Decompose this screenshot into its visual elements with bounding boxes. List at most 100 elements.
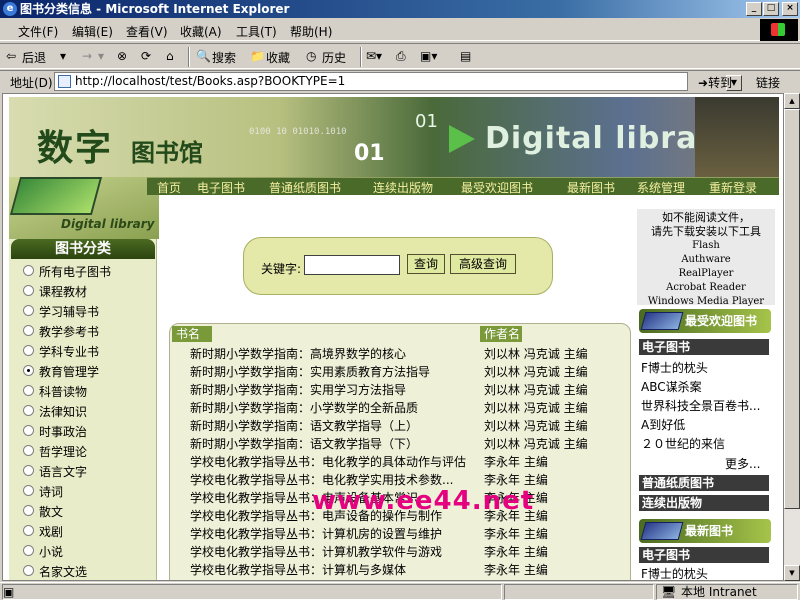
category-label[interactable]: 学科专业书 bbox=[39, 343, 99, 360]
nav-ebooks[interactable]: 电子图书 bbox=[197, 179, 245, 196]
book-title-link[interactable]: 新时期小学数学指南：实用学习方法指导 bbox=[190, 381, 480, 398]
popular-item[interactable]: 世界科技全景百卷书... bbox=[641, 397, 775, 414]
go-button[interactable]: ➜转到 bbox=[698, 74, 732, 91]
category-radio[interactable] bbox=[23, 345, 34, 356]
tool-flash[interactable]: Flash bbox=[637, 239, 775, 253]
print-icon[interactable]: ⎙ bbox=[396, 49, 406, 64]
edit-icon[interactable]: ▣▾ bbox=[420, 49, 437, 63]
advanced-search-button[interactable]: 高级查询 bbox=[450, 254, 516, 274]
back-dropdown-icon[interactable]: ▾ bbox=[60, 49, 66, 63]
search-button[interactable]: 搜索 bbox=[212, 49, 236, 66]
category-label[interactable]: 科普读物 bbox=[39, 383, 87, 400]
category-radio[interactable] bbox=[23, 525, 34, 536]
book-title-link[interactable]: 学校电化教学指导丛书：计算机教学软件与游戏 bbox=[190, 543, 480, 560]
back-button[interactable]: 后退 bbox=[22, 49, 46, 66]
category-radio[interactable] bbox=[23, 445, 34, 456]
menu-help[interactable]: 帮助(H) bbox=[290, 23, 332, 40]
nav-serials[interactable]: 连续出版物 bbox=[373, 179, 433, 196]
category-label[interactable]: 语言文字 bbox=[39, 463, 87, 480]
home-button[interactable]: ⌂ bbox=[166, 49, 174, 63]
tool-acrobat[interactable]: Acrobat Reader bbox=[637, 281, 775, 295]
category-radio[interactable] bbox=[23, 325, 34, 336]
minimize-button[interactable]: _ bbox=[746, 2, 762, 16]
book-title-link[interactable]: 学校电化教学指导丛书：计算机与多媒体 bbox=[190, 561, 480, 578]
category-radio[interactable] bbox=[23, 505, 34, 516]
tool-realplayer[interactable]: RealPlayer bbox=[637, 267, 775, 281]
keyword-input[interactable] bbox=[304, 255, 400, 275]
scroll-down-icon[interactable]: ▼ bbox=[784, 565, 800, 581]
category-radio[interactable] bbox=[23, 465, 34, 476]
forward-button[interactable]: → bbox=[82, 49, 92, 63]
category-label[interactable]: 教育管理学 bbox=[39, 363, 99, 380]
nav-relogin[interactable]: 重新登录 bbox=[709, 179, 757, 196]
history-button[interactable]: 历史 bbox=[322, 49, 346, 66]
category-radio[interactable] bbox=[23, 285, 34, 296]
category-radio[interactable] bbox=[23, 365, 34, 376]
menu-favorites[interactable]: 收藏(A) bbox=[180, 23, 222, 40]
popular-ebook-head[interactable]: 电子图书 bbox=[639, 339, 769, 355]
newest-ebook-head[interactable]: 电子图书 bbox=[639, 547, 769, 563]
scroll-thumb[interactable] bbox=[784, 109, 800, 509]
tool-authware[interactable]: Authware bbox=[637, 253, 775, 267]
popular-paper-head[interactable]: 普通纸质图书 bbox=[639, 475, 769, 491]
book-title-link[interactable]: 学校电化教学指导丛书：摄影教学的具体动作 bbox=[190, 579, 480, 580]
tool-wmp[interactable]: Windows Media Player bbox=[637, 295, 775, 309]
nav-home[interactable]: 首页 bbox=[157, 179, 181, 196]
popular-serial-head[interactable]: 连续出版物 bbox=[639, 495, 769, 511]
favorites-button[interactable]: 收藏 bbox=[266, 49, 290, 66]
book-title-link[interactable]: 学校电化教学指导丛书：电化教学的具体动作与评估 bbox=[190, 453, 480, 470]
category-label[interactable]: 小说 bbox=[39, 543, 63, 560]
links-button[interactable]: 链接 bbox=[756, 74, 780, 91]
book-title-link[interactable]: 新时期小学数学指南：语文教学指导（下） bbox=[190, 435, 480, 452]
nav-admin[interactable]: 系统管理 bbox=[637, 179, 685, 196]
menu-file[interactable]: 文件(F) bbox=[18, 23, 58, 40]
nav-paper-books[interactable]: 普通纸质图书 bbox=[269, 179, 341, 196]
menu-view[interactable]: 查看(V) bbox=[126, 23, 168, 40]
category-label[interactable]: 教学参考书 bbox=[39, 323, 99, 340]
forward-dropdown-icon[interactable]: ▾ bbox=[98, 49, 104, 63]
menu-edit[interactable]: 编辑(E) bbox=[72, 23, 113, 40]
category-label[interactable]: 哲学理论 bbox=[39, 443, 87, 460]
book-title-link[interactable]: 学校电化教学指导丛书：计算机房的设置与维护 bbox=[190, 525, 480, 542]
address-input[interactable]: http://localhost/test/Books.asp?BOOKTYPE… bbox=[54, 72, 742, 91]
menu-tools[interactable]: 工具(T) bbox=[236, 23, 277, 40]
newest-item[interactable]: F博士的枕头 bbox=[641, 565, 775, 580]
popular-item[interactable]: ２０世纪的来信 bbox=[641, 435, 775, 452]
messenger-icon[interactable]: ▤ bbox=[460, 49, 471, 63]
category-radio[interactable] bbox=[23, 405, 34, 416]
stop-button[interactable]: ⊗ bbox=[117, 49, 127, 63]
search-submit-button[interactable]: 查询 bbox=[407, 254, 445, 274]
category-radio[interactable] bbox=[23, 545, 34, 556]
nav-popular[interactable]: 最受欢迎图书 bbox=[461, 179, 533, 196]
category-radio[interactable] bbox=[23, 565, 34, 576]
book-title-link[interactable]: 新时期小学数学指南：小学数学的全新品质 bbox=[190, 399, 480, 416]
book-title-link[interactable]: 新时期小学数学指南：语文教学指导（上） bbox=[190, 417, 480, 434]
vertical-scrollbar[interactable]: ▲ ▼ bbox=[784, 93, 800, 581]
popular-item[interactable]: F博士的枕头 bbox=[641, 359, 775, 376]
nav-newest[interactable]: 最新图书 bbox=[567, 179, 615, 196]
popular-item[interactable]: A到好低 bbox=[641, 416, 775, 433]
refresh-button[interactable]: ⟳ bbox=[141, 49, 151, 63]
category-radio[interactable] bbox=[23, 305, 34, 316]
category-label[interactable]: 时事政治 bbox=[39, 423, 87, 440]
category-radio[interactable] bbox=[23, 425, 34, 436]
category-radio[interactable] bbox=[23, 265, 34, 276]
category-label[interactable]: 戏剧 bbox=[39, 523, 63, 540]
scroll-up-icon[interactable]: ▲ bbox=[784, 93, 800, 109]
close-button[interactable]: × bbox=[782, 2, 798, 16]
category-label[interactable]: 所有电子图书 bbox=[39, 263, 111, 280]
category-label[interactable]: 学习辅导书 bbox=[39, 303, 99, 320]
popular-item[interactable]: ABC谋杀案 bbox=[641, 378, 775, 395]
category-radio[interactable] bbox=[23, 385, 34, 396]
category-label[interactable]: 课程教材 bbox=[39, 283, 87, 300]
category-label[interactable]: 散文 bbox=[39, 503, 63, 520]
mail-icon[interactable]: ✉▾ bbox=[366, 49, 382, 63]
book-title-link[interactable]: 新时期小学数学指南：实用素质教育方法指导 bbox=[190, 363, 480, 380]
book-title-link[interactable]: 新时期小学数学指南：高境界数学的核心 bbox=[190, 345, 480, 362]
more-link[interactable]: 更多... bbox=[725, 455, 760, 472]
category-label[interactable]: 法律知识 bbox=[39, 403, 87, 420]
category-radio[interactable] bbox=[23, 485, 34, 496]
category-label[interactable]: 名家文选 bbox=[39, 563, 87, 580]
category-label[interactable]: 诗词 bbox=[39, 483, 63, 500]
maximize-button[interactable]: □ bbox=[763, 2, 779, 16]
